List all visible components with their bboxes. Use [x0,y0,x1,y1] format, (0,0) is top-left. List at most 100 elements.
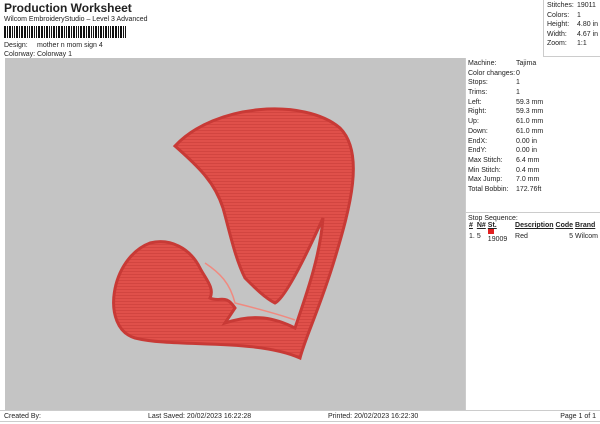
barcode-bar [24,26,26,38]
stat-row: Stitches: 19011 [547,2,600,12]
barcode-bar [56,26,57,38]
stat-label: Trims: [468,89,488,97]
stat-label: Stops: [468,79,488,87]
stat-value: 61.0 mm [516,118,544,126]
barcode-bar [58,26,60,38]
stat-value: 19011 [577,2,596,9]
stat-label: Min Stitch: [468,166,501,174]
stat-label: Zoom: [547,40,567,48]
column-header: Brand [575,222,596,229]
barcode-bar [64,26,65,38]
page-title: Production Worksheet [4,1,132,15]
stop-number: 1. [469,232,475,240]
barcode-bar [110,26,111,38]
barcode-bar [41,26,43,38]
barcode-bar [118,26,119,38]
stat-row: Trims: 1 [468,89,600,99]
stat-label: Right: [468,108,487,116]
barcode-bar [49,26,50,38]
stat-label: Width: [547,30,567,38]
barcode-bar [51,26,52,38]
stat-value: 1 [516,79,520,87]
barcode-bar [100,26,102,38]
stitch-count: 19009 [487,236,508,243]
barcode-bar [95,26,97,38]
stat-value: 7.0 mm [516,176,540,184]
footer: Created By: Last Saved: 20/02/2023 16:22… [0,410,600,422]
barcode-bar [103,26,104,38]
stat-row: Left: 59.3 mm [468,99,600,109]
color-description: Red [515,232,528,240]
stat-value: 6.4 mm [516,156,540,164]
stat-row: Right: 59.3 mm [468,108,600,118]
barcode-bar [88,26,90,38]
heart-embroidery [112,107,355,361]
created-by: Created By: [4,413,41,420]
column-header: Code [555,222,574,229]
barcode-bar [71,26,72,38]
stat-value: 172.76ft [516,185,542,193]
color-swatch [487,229,494,234]
column-header: # [469,222,473,229]
barcode-bar [68,26,70,38]
software-name: Wilcom EmbroideryStudio – Level 3 Advanc… [4,16,148,23]
table-row: 1. 5 19009 Red 5 Wilcom [468,229,599,243]
stat-value: 4.67 in [577,30,599,38]
stat-value: 0.00 in [516,147,538,155]
printed-date: Printed: 20/02/2023 16:22:30 [328,413,419,420]
barcode-bar [115,26,117,38]
column-header: St. [487,222,497,229]
barcode-bar [120,26,122,38]
barcode-bar [86,26,87,38]
barcode-bar [80,26,82,38]
stat-row: Up: 61.0 mm [468,118,600,128]
barcode-bar [108,26,109,38]
stat-row: EndY: 0.00 in [468,147,600,157]
stat-label: EndX: [468,137,488,145]
barcode-bar [53,26,55,38]
barcode-bar [98,26,99,38]
barcode-bar [7,26,8,38]
barcode-bar [78,26,79,38]
stat-row: Stops: 1 [468,79,600,89]
stat-row: Machine: Tajima [468,60,600,70]
barcode-bar [34,26,35,38]
design-preview [5,58,465,410]
design-name: mother n mom sign 4 [37,42,103,49]
colorway-label: Colorway: [4,51,36,58]
stat-value: 0.4 mm [516,166,540,174]
stat-value: 1 [516,89,520,97]
barcode-bar [9,26,11,38]
barcode-bar [16,26,18,38]
details-panel: Machine: Tajima Color changes: 0 Stops: 1 Trim… [465,58,600,410]
stat-label: Max Jump: [468,176,503,184]
stat-label: Down: [468,127,488,135]
stat-value: 4.80 in [577,21,599,29]
barcode-bar [105,26,107,38]
barcode-bar [76,26,77,38]
stat-value: 0 [516,69,520,77]
stat-value: 59.3 mm [516,108,544,116]
barcode-bar [21,26,23,38]
barcode-bar [29,26,30,38]
needle-number: 5 [476,232,481,240]
last-saved: Last Saved: 20/02/2023 16:22:28 [148,413,252,420]
barcode-bar [38,26,40,38]
barcode-bar [44,26,45,38]
stat-value: 1:1 [577,40,587,48]
stat-row: Min Stitch: 0.4 mm [468,167,600,177]
stat-value: 0.00 in [516,137,538,145]
stat-row: Down: 61.0 mm [468,128,600,138]
column-header: N# [476,222,486,229]
barcode-bar [61,26,63,38]
barcode-bar [73,26,75,38]
stat-row: Height: 4.80 in [547,21,600,31]
barcode-bar [66,26,67,38]
barcode-bar [27,26,28,38]
stat-label: Left: [468,98,482,106]
column-header: Description [515,222,554,229]
stat-label: Up: [468,118,479,126]
barcode-bar [19,26,20,38]
stat-row: Colors: 1 [547,12,600,22]
stat-row: Max Jump: 7.0 mm [468,176,600,186]
